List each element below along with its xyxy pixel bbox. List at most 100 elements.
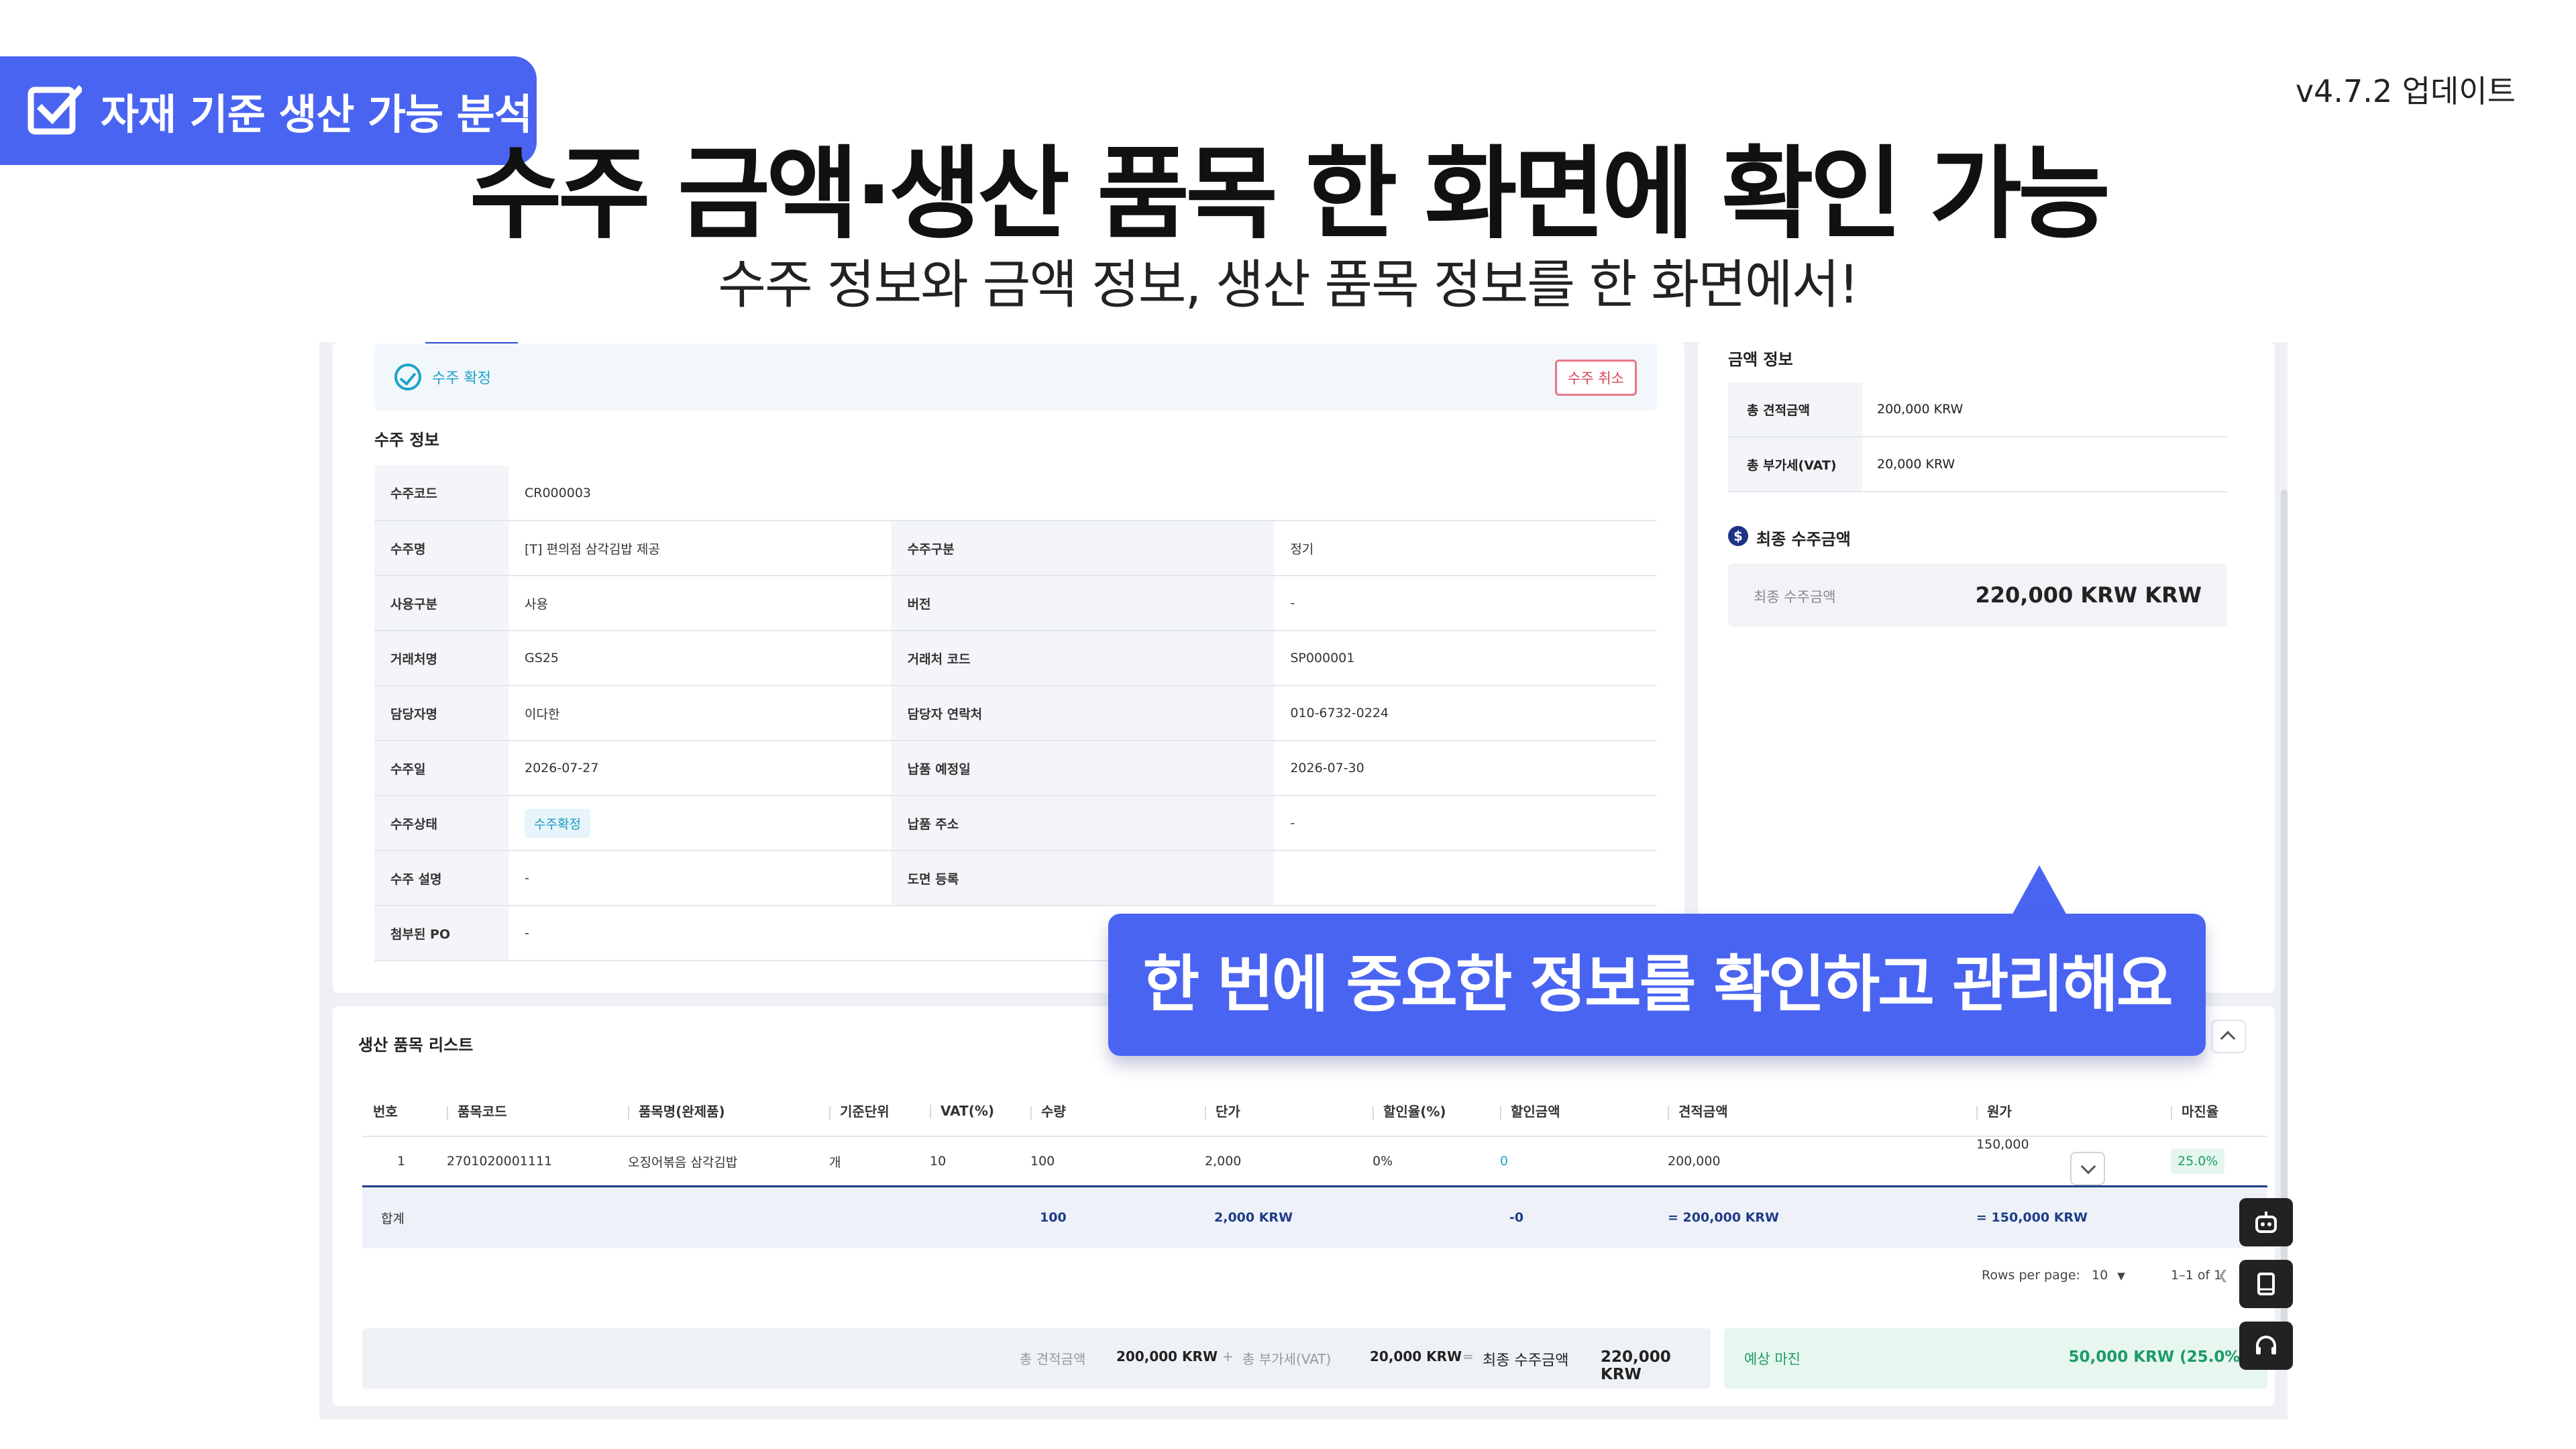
delivery-address-value: -: [1274, 796, 1657, 851]
amount-row: 총 견적금액 200,000 KRW: [1728, 382, 2227, 437]
expected-margin-bar: 예상 마진 50,000 KRW (25.0%): [1724, 1328, 2267, 1389]
rows-per-page-label: Rows per page:: [1982, 1268, 2080, 1283]
callout-pointer: [2011, 865, 2068, 916]
chevron-up-icon[interactable]: [2211, 1020, 2246, 1053]
column-header[interactable]: 품목코드: [436, 1085, 617, 1137]
robot-icon: [2255, 1212, 2277, 1233]
column-header[interactable]: 견적금액: [1657, 1085, 1966, 1137]
product-list-card: 생산 품목 리스트 번호 품목코드 품목명(완제품) 기준단위 VAT(%) 수…: [333, 1006, 2275, 1406]
amount-info-title: 금액 정보: [1728, 350, 1793, 369]
margin-badge: 25.0%: [2171, 1148, 2225, 1174]
final-amount-label: 최종 수주금액: [1754, 589, 1836, 605]
cost-cell: 150,000: [1966, 1136, 2160, 1187]
column-header[interactable]: 수량: [1020, 1085, 1194, 1137]
drawing-upload-field[interactable]: [1274, 851, 1657, 906]
callout-banner: 한 번에 중요한 정보를 확인하고 관리해요: [1108, 914, 2206, 1056]
row-number: 1: [397, 1154, 406, 1169]
status-bar: 수주 확정 수주 취소: [374, 343, 1657, 411]
order-type-value: 정기: [1274, 521, 1657, 576]
version-value: -: [1274, 576, 1657, 631]
amount-row: 총 부가세(VAT) 20,000 KRW: [1728, 437, 2227, 492]
field-label: 거래처 코드: [891, 631, 1275, 686]
sum-discount: -0: [1489, 1185, 1657, 1248]
final-amount-box: 최종 수주금액 220,000 KRW KRW: [1728, 564, 2227, 627]
product-list-title: 생산 품목 리스트: [358, 1036, 474, 1055]
field-label: 총 견적금액: [1728, 382, 1862, 436]
column-header[interactable]: 품목명(완제품): [617, 1085, 818, 1137]
field-label: 수주코드: [374, 466, 508, 521]
chatbot-button[interactable]: [2239, 1198, 2293, 1246]
final-amount-title: 최종 수주금액: [1756, 530, 1851, 549]
discount-amount-cell: 0: [1500, 1154, 1509, 1169]
field-label: 담당자 연락처: [891, 686, 1275, 741]
amount-info-table: 총 견적금액 200,000 KRW 총 부가세(VAT) 20,000 KRW: [1728, 382, 2227, 492]
sum-row: 합계 100 2,000 KRW -0 = 200,000 KRW = 150,…: [362, 1185, 2267, 1248]
column-header[interactable]: 할인율(%): [1362, 1085, 1489, 1137]
final-amount-value: 220,000 KRW KRW: [1975, 582, 2202, 608]
column-header[interactable]: 단가: [1194, 1085, 1362, 1137]
book-icon: [2257, 1273, 2275, 1295]
field-label: 수주상태: [374, 796, 508, 851]
field-label: 납품 예정일: [891, 741, 1275, 796]
field-label: 거래처명: [374, 631, 508, 686]
client-value: GS25: [508, 631, 892, 686]
discount-rate-cell: 0%: [1373, 1154, 1393, 1169]
cancel-order-button[interactable]: 수주 취소: [1555, 360, 1637, 396]
column-header[interactable]: 번호: [362, 1085, 436, 1137]
client-code-value: SP000001: [1274, 631, 1657, 686]
field-label: 수주 설명: [374, 851, 508, 906]
field-label: 담당자명: [374, 686, 508, 741]
cost-value: 150,000: [1976, 1137, 2029, 1152]
sum-cost: = 150,000 KRW: [1966, 1185, 2267, 1248]
field-label: 사용구분: [374, 576, 508, 631]
check-circle-icon: [394, 364, 421, 390]
field-label: 총 부가세(VAT): [1728, 437, 1862, 491]
headline: 수주 금액·생산 품목 한 화면에 확인 가능: [469, 136, 2110, 253]
total-estimate-value: 200,000 KRW: [1116, 1348, 1218, 1364]
sum-estimate: = 200,000 KRW: [1657, 1185, 1966, 1248]
total-estimate-label: 총 견적금액: [1020, 1351, 1086, 1367]
column-header[interactable]: 할인금액: [1489, 1085, 1657, 1137]
total-estimate-value: 200,000 KRW: [1877, 402, 1964, 417]
field-label: 수주일: [374, 741, 508, 796]
column-header[interactable]: 원가: [1966, 1085, 2160, 1137]
subheadline: 수주 정보와 금액 정보, 생산 품목 정보를 한 화면에서!: [718, 255, 1859, 315]
field-label: 납품 주소: [891, 796, 1275, 851]
column-header[interactable]: 기준단위: [818, 1085, 919, 1137]
guide-button[interactable]: [2239, 1260, 2293, 1308]
delivery-date-value: 2026-07-30: [1274, 741, 1657, 796]
chevron-down-icon[interactable]: [2070, 1152, 2105, 1185]
final-amount-value: 220,000 KRW: [1601, 1348, 1671, 1383]
field-label: 수주명: [374, 521, 508, 576]
headset-icon: [2256, 1336, 2276, 1354]
estimate-cell: 200,000: [1668, 1154, 1721, 1169]
field-label: 도면 등록: [891, 851, 1275, 906]
dollar-icon: $: [1728, 526, 1748, 546]
field-label: 첨부된 PO: [374, 906, 508, 961]
table-header-row: 번호 품목코드 품목명(완제품) 기준단위 VAT(%) 수량 단가 할인율(%…: [362, 1085, 2267, 1137]
support-button[interactable]: [2239, 1322, 2293, 1370]
status-text: 수주 확정: [432, 370, 491, 387]
plus-sign: +: [1222, 1348, 1234, 1364]
quantity-cell: 100: [1030, 1154, 1055, 1169]
vat-cell: 10: [930, 1154, 947, 1169]
table-row[interactable]: 1 2701020001111 오징어볶음 삼각김밥 개 10 100 2,00…: [362, 1136, 2267, 1187]
unit-price-cell: 2,000: [1205, 1154, 1242, 1169]
pagination-range: 1–1 of 1: [2171, 1268, 2222, 1283]
rows-per-page-select[interactable]: 10 ▼: [2092, 1268, 2125, 1283]
sum-unit-price: 2,000 KRW: [1194, 1185, 1489, 1248]
order-date-value: 2026-07-27: [508, 741, 892, 796]
product-table: 번호 품목코드 품목명(완제품) 기준단위 VAT(%) 수량 단가 할인율(%…: [362, 1085, 2267, 1248]
totals-summary-bar: 총 견적금액 200,000 KRW + 총 부가세(VAT) 20,000 K…: [362, 1328, 1711, 1389]
order-info-card: 수주 확정 수주 취소 수주 정보 수주코드 CR000003 수주명 [T] …: [333, 342, 1684, 993]
manager-phone-value: 010-6732-0224: [1274, 686, 1657, 741]
equals-sign: =: [1462, 1348, 1474, 1364]
chevron-left-icon[interactable]: ❮: [2218, 1268, 2229, 1283]
sum-label: 합계: [362, 1185, 1020, 1248]
order-name-value: [T] 편의점 삼각김밥 제공: [508, 521, 892, 576]
column-header[interactable]: VAT(%): [919, 1085, 1020, 1137]
column-header[interactable]: 마진율: [2160, 1085, 2267, 1137]
unit-cell: 개: [829, 1155, 841, 1170]
field-label: 버전: [891, 576, 1275, 631]
manager-value: 이다한: [508, 686, 892, 741]
